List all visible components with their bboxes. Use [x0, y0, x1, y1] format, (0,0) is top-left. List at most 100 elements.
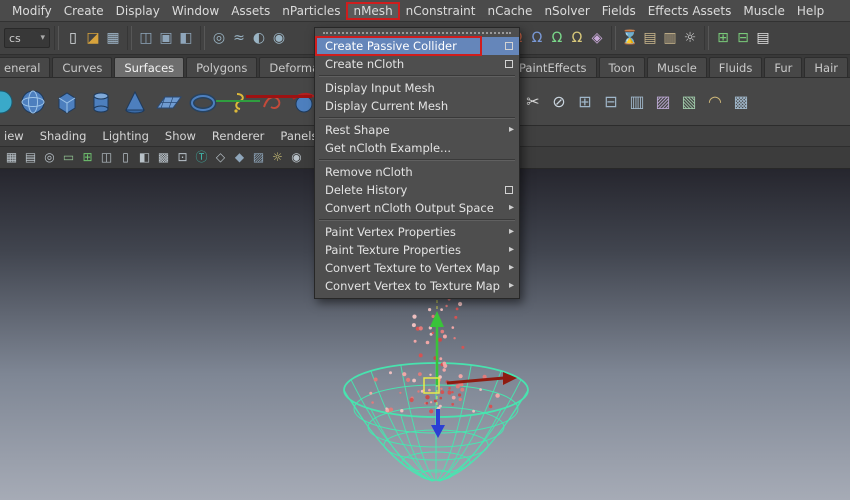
menu-item-convert-ncloth-output-space[interactable]: Convert nCloth Output Space ▸	[315, 199, 519, 217]
menu-item-create-ncloth[interactable]: Create nCloth	[315, 55, 519, 73]
menu-nmesh[interactable]: nMesh	[346, 1, 400, 20]
panel-menu-show[interactable]: Show	[157, 127, 204, 145]
menu-item-display-current-mesh[interactable]: Display Current Mesh	[315, 97, 519, 115]
menu-window[interactable]: Window	[166, 2, 225, 20]
untrim-icon[interactable]: ⊘	[546, 87, 572, 117]
safe-title-icon[interactable]: Ⓣ	[192, 148, 211, 167]
panel-menu-lighting[interactable]: Lighting	[94, 127, 156, 145]
select-mask-curves-icon[interactable]: ≈	[229, 27, 249, 49]
menu-assets[interactable]: Assets	[225, 2, 276, 20]
new-scene-icon[interactable]: ▯	[63, 27, 83, 49]
menu-set-selector[interactable]: cs ▾	[4, 28, 50, 48]
snap-to-plane-icon[interactable]: Ω	[567, 27, 587, 49]
nurbs-plane-icon[interactable]	[152, 84, 186, 120]
shelf-tab-polygons[interactable]: Polygons	[186, 57, 258, 77]
channel-box-icon[interactable]: ▤	[753, 27, 773, 49]
bookmark-icon[interactable]: ◎	[40, 148, 59, 167]
menu-nconstraint[interactable]: nConstraint	[400, 2, 482, 20]
menu-item-paint-vertex-properties[interactable]: Paint Vertex Properties ▸	[315, 223, 519, 241]
option-box-icon[interactable]	[505, 42, 513, 50]
nurbs-sphere-icon[interactable]	[16, 84, 50, 120]
select-mask-surfaces-icon[interactable]: ◐	[249, 27, 269, 49]
panel-menu-renderer[interactable]: Renderer	[204, 127, 273, 145]
open-scene-icon[interactable]: ◪	[83, 27, 103, 49]
safe-action-icon[interactable]: ⊡	[173, 148, 192, 167]
menu-item-convert-vertex-to-texture-map[interactable]: Convert Vertex to Texture Map ▸	[315, 277, 519, 295]
render-icon[interactable]: ▤	[640, 27, 660, 49]
menu-item-remove-ncloth[interactable]: Remove nCloth	[315, 163, 519, 181]
snap-to-point-icon[interactable]: Ω	[547, 27, 567, 49]
panel-menu-view[interactable]: iew	[2, 127, 32, 145]
shelf-tab-fur[interactable]: Fur	[764, 57, 803, 77]
camera-settings-icon[interactable]: ▤	[21, 148, 40, 167]
menu-modify[interactable]: Modify	[6, 2, 58, 20]
save-scene-icon[interactable]: ▦	[103, 27, 123, 49]
construction-history-icon[interactable]: ⌛	[620, 27, 640, 49]
menu-ncache[interactable]: nCache	[482, 2, 539, 20]
menu-item-get-ncloth-example[interactable]: Get nCloth Example...	[315, 139, 519, 157]
isolate-select-icon[interactable]: ◉	[287, 148, 306, 167]
menu-item-rest-shape[interactable]: Rest Shape ▸	[315, 121, 519, 139]
shelf-tab-surfaces[interactable]: Surfaces	[114, 57, 185, 77]
extend-surface-icon[interactable]: ▨	[650, 87, 676, 117]
menu-nsolver[interactable]: nSolver	[538, 2, 595, 20]
rebuild-icon[interactable]: ▩	[728, 87, 754, 117]
menu-tearoff-handle[interactable]	[323, 32, 511, 34]
menu-muscle[interactable]: Muscle	[737, 2, 791, 20]
select-camera-icon[interactable]: ▦	[2, 148, 21, 167]
menu-create[interactable]: Create	[58, 2, 110, 20]
toggle-panel-icon[interactable]: ⊟	[733, 27, 753, 49]
shelf-tab-fluids[interactable]: Fluids	[708, 57, 763, 77]
manip-y-arrowhead[interactable]	[430, 311, 444, 327]
textured-icon[interactable]: ▨	[249, 148, 268, 167]
partial-shelf-icon[interactable]	[0, 84, 16, 120]
film-gate-icon[interactable]: ◫	[97, 148, 116, 167]
select-mask-dynamics-icon[interactable]: ◉	[269, 27, 289, 49]
panel-menu-shading[interactable]: Shading	[32, 127, 95, 145]
menu-item-convert-texture-to-vertex-map[interactable]: Convert Texture to Vertex Map ▸	[315, 259, 519, 277]
menu-item-display-input-mesh[interactable]: Display Input Mesh	[315, 79, 519, 97]
ipr-render-icon[interactable]: ▥	[660, 27, 680, 49]
image-plane-icon[interactable]: ▭	[59, 148, 78, 167]
shelf-tab-toon[interactable]: Toon	[598, 57, 645, 77]
shelf-tab-curves[interactable]: Curves	[52, 57, 113, 77]
render-settings-icon[interactable]: ☼	[680, 27, 700, 49]
select-object-icon[interactable]: ▣	[156, 27, 176, 49]
shaded-icon[interactable]: ◆	[230, 148, 249, 167]
menu-nparticles[interactable]: nParticles	[276, 2, 346, 20]
grid-icon[interactable]: ⊞	[78, 148, 97, 167]
menu-fields[interactable]: Fields	[596, 2, 642, 20]
select-hierarchy-icon[interactable]: ◫	[136, 27, 156, 49]
manip-z-arrowhead[interactable]	[431, 425, 445, 438]
shelf-tab-painteffects[interactable]: PaintEffects	[508, 57, 597, 77]
menu-effects-assets[interactable]: Effects Assets	[642, 2, 738, 20]
select-mask-points-icon[interactable]: ◎	[209, 27, 229, 49]
menu-item-paint-texture-properties[interactable]: Paint Texture Properties ▸	[315, 241, 519, 259]
fillet-icon[interactable]: ◠	[702, 87, 728, 117]
shelf-tab-general[interactable]: eneral	[0, 57, 51, 77]
nurbs-cube-icon[interactable]	[50, 84, 84, 120]
snap-to-curve-icon[interactable]: Ω	[527, 27, 547, 49]
gate-mask-icon[interactable]: ◧	[135, 148, 154, 167]
option-box-icon[interactable]	[505, 186, 513, 194]
trim-icon[interactable]: ✂	[520, 87, 546, 117]
make-live-icon[interactable]: ◈	[587, 27, 607, 49]
attach-icon[interactable]: ⊞	[572, 87, 598, 117]
menu-item-delete-history[interactable]: Delete History	[315, 181, 519, 199]
lights-icon[interactable]: ☼	[268, 148, 287, 167]
offset-surface-icon[interactable]: ▧	[676, 87, 702, 117]
menu-help[interactable]: Help	[791, 2, 830, 20]
option-box-icon[interactable]	[505, 60, 513, 68]
shelf-tab-hair[interactable]: Hair	[804, 57, 848, 77]
resolution-gate-icon[interactable]: ▯	[116, 148, 135, 167]
select-component-icon[interactable]: ◧	[176, 27, 196, 49]
menu-display[interactable]: Display	[110, 2, 166, 20]
manip-x-axis[interactable]	[446, 376, 505, 385]
insert-isoparm-icon[interactable]: ▥	[624, 87, 650, 117]
wireframe-icon[interactable]: ◇	[211, 148, 230, 167]
nurbs-cone-icon[interactable]	[118, 84, 152, 120]
shelf-tab-muscle[interactable]: Muscle	[646, 57, 707, 77]
nurbs-cylinder-icon[interactable]	[84, 84, 118, 120]
field-chart-icon[interactable]: ▩	[154, 148, 173, 167]
detach-icon[interactable]: ⊟	[598, 87, 624, 117]
